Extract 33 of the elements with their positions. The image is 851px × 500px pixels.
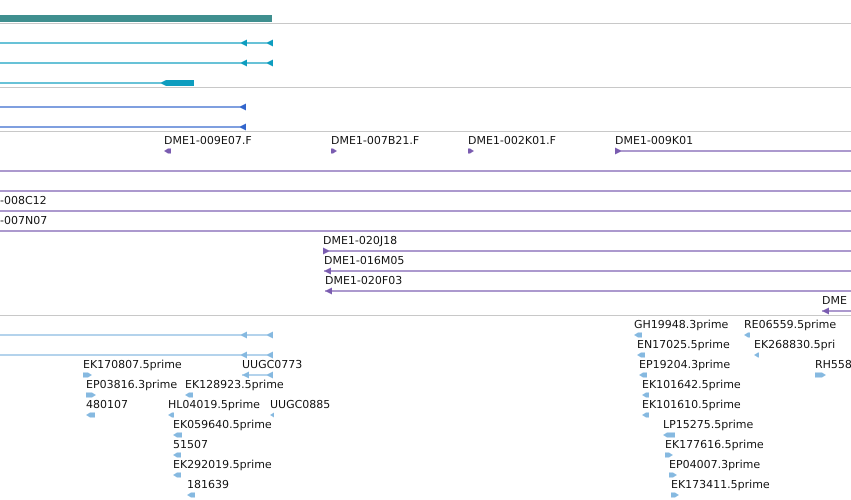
feature-label: EK128923.5prime bbox=[185, 378, 284, 391]
feature-label: EK101642.5prime bbox=[642, 378, 741, 391]
feature-label: DME1-020F03 bbox=[325, 274, 402, 287]
feature-label: EP03816.3prime bbox=[86, 378, 178, 391]
feature-label: EK268830.5pri bbox=[754, 338, 836, 351]
feature-label: UUGC0885 bbox=[270, 398, 330, 411]
feature-label: EN17025.5prime bbox=[637, 338, 730, 351]
feature-label: DME1-009K01 bbox=[615, 134, 694, 147]
feature-label: EK170807.5prime bbox=[83, 358, 182, 371]
feature-label: EK101610.5prime bbox=[642, 398, 741, 411]
feature-label: EK059640.5prime bbox=[173, 418, 272, 431]
feature-label: HL04019.5prime bbox=[168, 398, 260, 411]
feature-label: UUGC0773 bbox=[242, 358, 302, 371]
feature-label: DME1-020J18 bbox=[323, 234, 398, 247]
feature-label: EK173411.5prime bbox=[671, 478, 770, 491]
feature-label: RH558 bbox=[815, 358, 851, 371]
feature-label: DME1-016M05 bbox=[324, 254, 404, 267]
feature-label: -008C12 bbox=[0, 194, 47, 207]
feature-label: EP19204.3prime bbox=[639, 358, 730, 371]
feature-label: 51507 bbox=[173, 438, 208, 451]
feature-label: LP15275.5prime bbox=[663, 418, 754, 431]
feature-label: -007N07 bbox=[0, 214, 48, 227]
feature-label: RE06559.5prime bbox=[744, 318, 836, 331]
feature-label: GH19948.3prime bbox=[634, 318, 728, 331]
feature-label: EK177616.5prime bbox=[665, 438, 764, 451]
feature-label: 181639 bbox=[187, 478, 229, 491]
feature-label: DME1-009E07.F bbox=[164, 134, 252, 147]
feature-label: 480107 bbox=[86, 398, 128, 411]
feature-label: DME1-007B21.F bbox=[331, 134, 420, 147]
feature-label: EK292019.5prime bbox=[173, 458, 272, 471]
feature-label: DME bbox=[822, 294, 847, 307]
feature-label: DME1-002K01.F bbox=[468, 134, 556, 147]
feature-label: EP04007.3prime bbox=[669, 458, 760, 471]
